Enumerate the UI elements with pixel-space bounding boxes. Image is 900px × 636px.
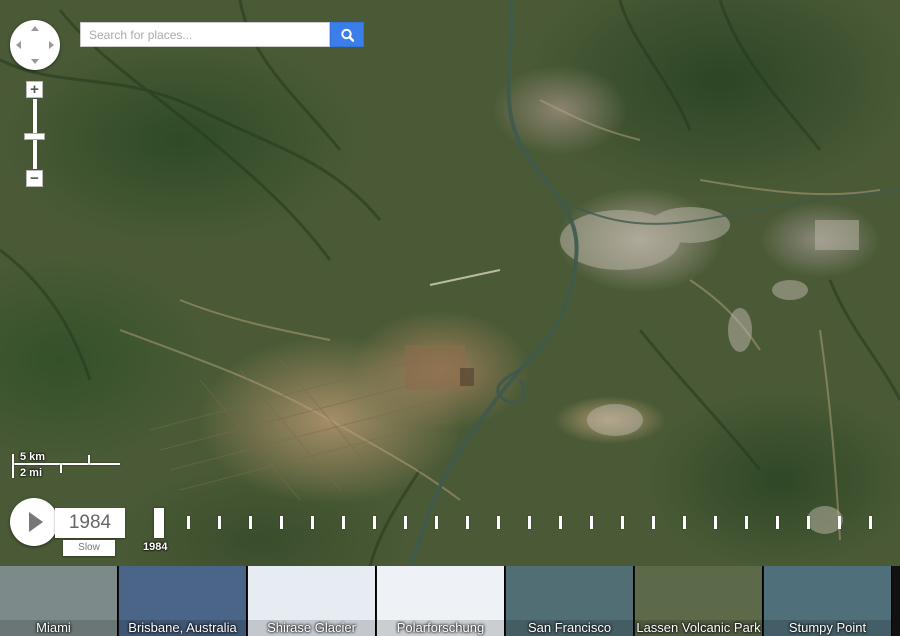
timeline-tick[interactable] — [435, 516, 438, 529]
search-button[interactable] — [330, 22, 364, 47]
scale-bar — [12, 463, 120, 465]
timeline-tick[interactable] — [776, 516, 779, 529]
location-thumbnail[interactable]: Shirase Glacier — [248, 566, 376, 636]
timeline-tick[interactable] — [218, 516, 221, 529]
search-input[interactable] — [80, 22, 330, 47]
timeline-tick[interactable] — [373, 516, 376, 529]
zoom-slider-handle[interactable] — [24, 133, 45, 140]
timeline-tick[interactable] — [590, 516, 593, 529]
timeline-tick[interactable] — [497, 516, 500, 529]
satellite-map[interactable] — [0, 0, 900, 566]
pan-right-icon[interactable] — [49, 41, 54, 49]
scale-tick — [12, 454, 14, 478]
scale-tick — [60, 464, 62, 473]
pan-down-icon[interactable] — [31, 59, 39, 64]
pan-up-icon[interactable] — [31, 26, 39, 31]
timeline-tick[interactable] — [621, 516, 624, 529]
play-icon — [29, 512, 43, 532]
timeline-tick[interactable] — [745, 516, 748, 529]
pan-control[interactable] — [10, 20, 60, 70]
thumbnail-label: Brisbane, Australia — [119, 620, 246, 636]
map-terrain — [0, 0, 900, 566]
map-scale: 5 km 2 mi — [12, 450, 132, 480]
pan-left-icon[interactable] — [16, 41, 21, 49]
timeline-tick[interactable] — [311, 516, 314, 529]
timeline-tick[interactable] — [280, 516, 283, 529]
current-year: 1984 — [55, 508, 125, 538]
timeline-tick[interactable] — [404, 516, 407, 529]
timeline-tick[interactable] — [466, 516, 469, 529]
location-thumbnail[interactable]: Miami — [0, 566, 118, 636]
timeline-tick[interactable] — [528, 516, 531, 529]
thumbnail-label: San Francisco — [506, 620, 633, 636]
location-thumbnail[interactable]: Brisbane, Australia — [119, 566, 247, 636]
year-timeline[interactable]: 1984 — [143, 505, 890, 560]
location-thumbnail[interactable]: Lassen Volcanic Park — [635, 566, 763, 636]
location-thumbnail[interactable]: San Francisco — [506, 566, 634, 636]
timeline-tick[interactable] — [559, 516, 562, 529]
zoom-in-button[interactable]: + — [26, 81, 43, 98]
timeline-tick[interactable] — [683, 516, 686, 529]
timeline-tick[interactable] — [838, 516, 841, 529]
location-thumbnail[interactable]: Polarforschung — [377, 566, 505, 636]
timeline-year-label: 1984 — [143, 541, 168, 553]
timeline-tick[interactable] — [869, 516, 872, 529]
timeline-tick[interactable] — [187, 516, 190, 529]
thumbnail-label: Miami — [0, 620, 117, 636]
location-thumbnail-strip: Miami Brisbane, Australia Shirase Glacier P… — [0, 566, 900, 636]
thumbnail-label: Stumpy Point — [764, 620, 891, 636]
timeline-tick[interactable] — [249, 516, 252, 529]
thumbnail-label: Polarforschung — [377, 620, 504, 636]
scale-mi-label: 2 mi — [20, 467, 43, 479]
timeline-tick[interactable] — [652, 516, 655, 529]
timeline-tick[interactable] — [714, 516, 717, 529]
search-box — [80, 22, 364, 47]
scale-km-label: 5 km — [20, 451, 46, 463]
search-icon — [341, 28, 355, 42]
zoom-out-button[interactable]: − — [26, 170, 43, 187]
location-thumbnail[interactable]: Stumpy Point — [764, 566, 892, 636]
thumbnail-label: Shirase Glacier — [248, 620, 375, 636]
timeline-handle[interactable] — [154, 508, 164, 538]
thumbnail-label: Lassen Volcanic Park — [635, 620, 762, 636]
speed-toggle-button[interactable]: Slow — [63, 540, 115, 556]
timeline-tick[interactable] — [342, 516, 345, 529]
play-button[interactable] — [10, 498, 58, 546]
scale-tick — [88, 455, 90, 464]
timeline-tick[interactable] — [807, 516, 810, 529]
